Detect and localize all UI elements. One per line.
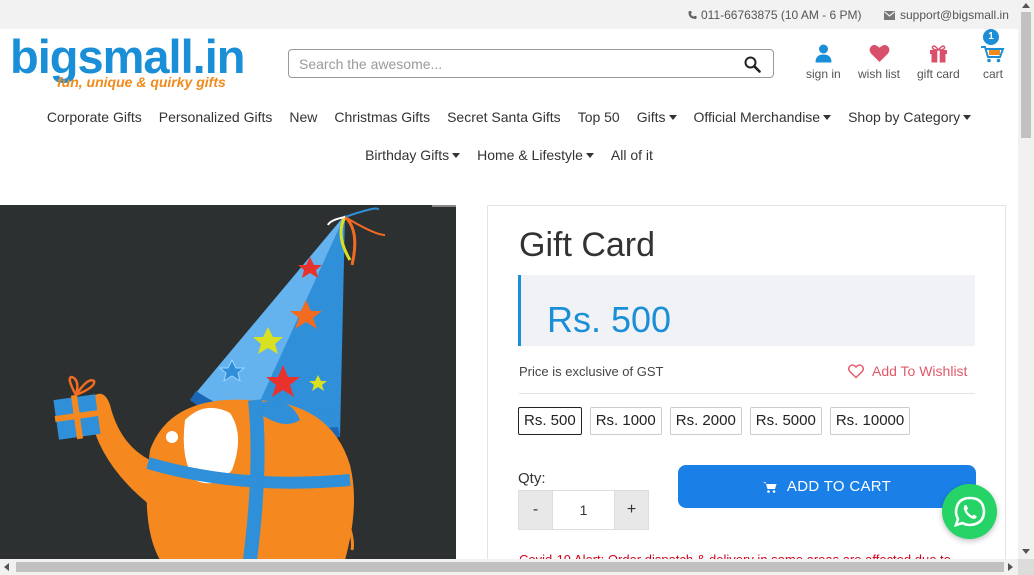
cart-icon bbox=[981, 46, 1005, 63]
whatsapp-icon bbox=[953, 496, 985, 527]
whatsapp-chat-button[interactable] bbox=[942, 484, 997, 539]
nav-secret-santa-gifts[interactable]: Secret Santa Gifts bbox=[447, 109, 561, 125]
product-title: Gift Card bbox=[519, 226, 656, 264]
add-to-wishlist-link[interactable]: Add To Wishlist bbox=[848, 363, 967, 379]
nav-label: Shop by Category bbox=[848, 109, 961, 125]
denomination-option-1000[interactable]: Rs. 1000 bbox=[589, 407, 662, 435]
nav-christmas-gifts[interactable]: Christmas Gifts bbox=[334, 109, 430, 125]
cart-label: cart bbox=[982, 67, 1003, 81]
phone-number: 011-66763875 (10 AM - 6 PM) bbox=[701, 8, 862, 22]
denomination-option-2000[interactable]: Rs. 2000 bbox=[669, 407, 742, 435]
caret-down-icon bbox=[668, 114, 677, 120]
scroll-right-arrow-icon[interactable] bbox=[1008, 563, 1013, 571]
caret-down-icon bbox=[585, 152, 594, 158]
nav-top-50[interactable]: Top 50 bbox=[578, 109, 620, 125]
nav-shop-by-category-dropdown[interactable]: Shop by Category bbox=[848, 109, 972, 125]
nav-official-merchandise-dropdown[interactable]: Official Merchandise bbox=[694, 109, 832, 125]
heart-icon bbox=[869, 45, 889, 62]
logo-tagline: fun, unique & quirky gifts bbox=[57, 74, 226, 90]
gift-card-link[interactable]: gift card bbox=[917, 44, 960, 81]
cart-link[interactable]: cart bbox=[980, 44, 1006, 81]
denomination-selector: Rs. 500 Rs. 1000 Rs. 2000 Rs. 5000 Rs. 1… bbox=[518, 407, 911, 435]
nav-label: Home & Lifestyle bbox=[477, 147, 583, 163]
denomination-option-500[interactable]: Rs. 500 bbox=[518, 407, 582, 435]
scroll-up-arrow-icon[interactable] bbox=[1022, 3, 1030, 8]
nav-personalized-gifts[interactable]: Personalized Gifts bbox=[159, 109, 273, 125]
nav-all-of-it[interactable]: All of it bbox=[611, 147, 653, 163]
nav-gifts-dropdown[interactable]: Gifts bbox=[637, 109, 677, 125]
quantity-stepper: - 1 + bbox=[518, 490, 649, 530]
elephant-party-hat-illustration bbox=[0, 205, 456, 560]
add-to-cart-label: ADD TO CART bbox=[786, 478, 892, 495]
sign-in-link[interactable]: sign in bbox=[806, 44, 841, 81]
email-contact[interactable]: support@bigsmall.in bbox=[884, 8, 1009, 22]
cart-count-badge: 1 bbox=[983, 29, 999, 45]
scroll-left-arrow-icon[interactable] bbox=[4, 563, 9, 571]
nav-label: Gifts bbox=[636, 109, 666, 125]
horizontal-scroll-thumb[interactable] bbox=[16, 562, 1004, 572]
quantity-increase-button[interactable]: + bbox=[614, 490, 649, 530]
horizontal-scrollbar[interactable] bbox=[0, 559, 1018, 575]
main-nav-row-1: Corporate Gifts Personalized Gifts New C… bbox=[0, 109, 1018, 125]
nav-label: Birthday Gifts bbox=[365, 147, 450, 163]
nav-label: Personalized Gifts bbox=[158, 109, 273, 125]
divider bbox=[519, 393, 975, 394]
caret-down-icon bbox=[963, 114, 972, 120]
add-to-wishlist-label: Add To Wishlist bbox=[872, 363, 968, 379]
gift-icon bbox=[929, 45, 947, 63]
main-nav-row-2: Birthday Gifts Home & Lifestyle All of i… bbox=[0, 147, 1018, 163]
top-info-bar: 011-66763875 (10 AM - 6 PM) support@bigs… bbox=[0, 0, 1018, 29]
product-image[interactable] bbox=[0, 205, 456, 560]
nav-label: Corporate Gifts bbox=[46, 109, 142, 125]
gift-card-label: gift card bbox=[917, 67, 960, 81]
vertical-scroll-thumb[interactable] bbox=[1021, 12, 1031, 138]
wish-list-label: wish list bbox=[858, 67, 901, 81]
sign-in-label: sign in bbox=[806, 67, 841, 81]
nav-home-lifestyle-dropdown[interactable]: Home & Lifestyle bbox=[477, 147, 594, 163]
phone-icon bbox=[688, 10, 697, 20]
denomination-option-10000[interactable]: Rs. 10000 bbox=[829, 407, 911, 435]
search-bar bbox=[288, 49, 774, 78]
quantity-input[interactable]: 1 bbox=[553, 490, 614, 530]
nav-label: Secret Santa Gifts bbox=[447, 109, 561, 125]
denomination-option-5000[interactable]: Rs. 5000 bbox=[749, 407, 822, 435]
price-box: Rs. 500 bbox=[518, 275, 975, 346]
nav-label: Christmas Gifts bbox=[334, 109, 431, 125]
nav-label: Official Merchandise bbox=[693, 109, 821, 125]
caret-down-icon bbox=[452, 152, 461, 158]
nav-birthday-gifts-dropdown[interactable]: Birthday Gifts bbox=[365, 147, 461, 163]
caret-down-icon bbox=[823, 114, 832, 120]
nav-label: All of it bbox=[610, 147, 653, 163]
product-details-panel: Gift Card Rs. 500 Price is exclusive of … bbox=[487, 205, 1006, 567]
quantity-label: Qty: bbox=[518, 470, 546, 487]
nav-label: New bbox=[289, 109, 318, 125]
cart-icon bbox=[762, 481, 777, 493]
heart-outline-icon bbox=[848, 363, 864, 378]
phone-contact[interactable]: 011-66763875 (10 AM - 6 PM) bbox=[688, 8, 862, 22]
search-icon[interactable] bbox=[744, 56, 761, 73]
gst-note: Price is exclusive of GST bbox=[519, 364, 664, 379]
envelope-icon bbox=[884, 10, 895, 20]
product-price: Rs. 500 bbox=[547, 299, 672, 340]
nav-label: Top 50 bbox=[577, 109, 620, 125]
support-email: support@bigsmall.in bbox=[900, 8, 1009, 22]
logo-wordmark: bigsmall.in bbox=[10, 30, 246, 83]
scroll-down-arrow-icon[interactable] bbox=[1022, 549, 1030, 554]
site-logo[interactable]: bigsmall.in fun, unique & quirky gifts bbox=[10, 33, 250, 95]
quantity-decrease-button[interactable]: - bbox=[518, 490, 553, 530]
user-icon bbox=[815, 44, 832, 63]
vertical-scrollbar[interactable] bbox=[1018, 0, 1034, 559]
nav-corporate-gifts[interactable]: Corporate Gifts bbox=[47, 109, 142, 125]
nav-new[interactable]: New bbox=[289, 109, 317, 125]
wish-list-link[interactable]: wish list bbox=[858, 44, 900, 81]
scrollbar-corner bbox=[1018, 559, 1034, 575]
add-to-cart-button[interactable]: ADD TO CART bbox=[678, 465, 976, 508]
page: 011-66763875 (10 AM - 6 PM) support@bigs… bbox=[0, 0, 1034, 575]
search-input[interactable] bbox=[299, 50, 739, 77]
